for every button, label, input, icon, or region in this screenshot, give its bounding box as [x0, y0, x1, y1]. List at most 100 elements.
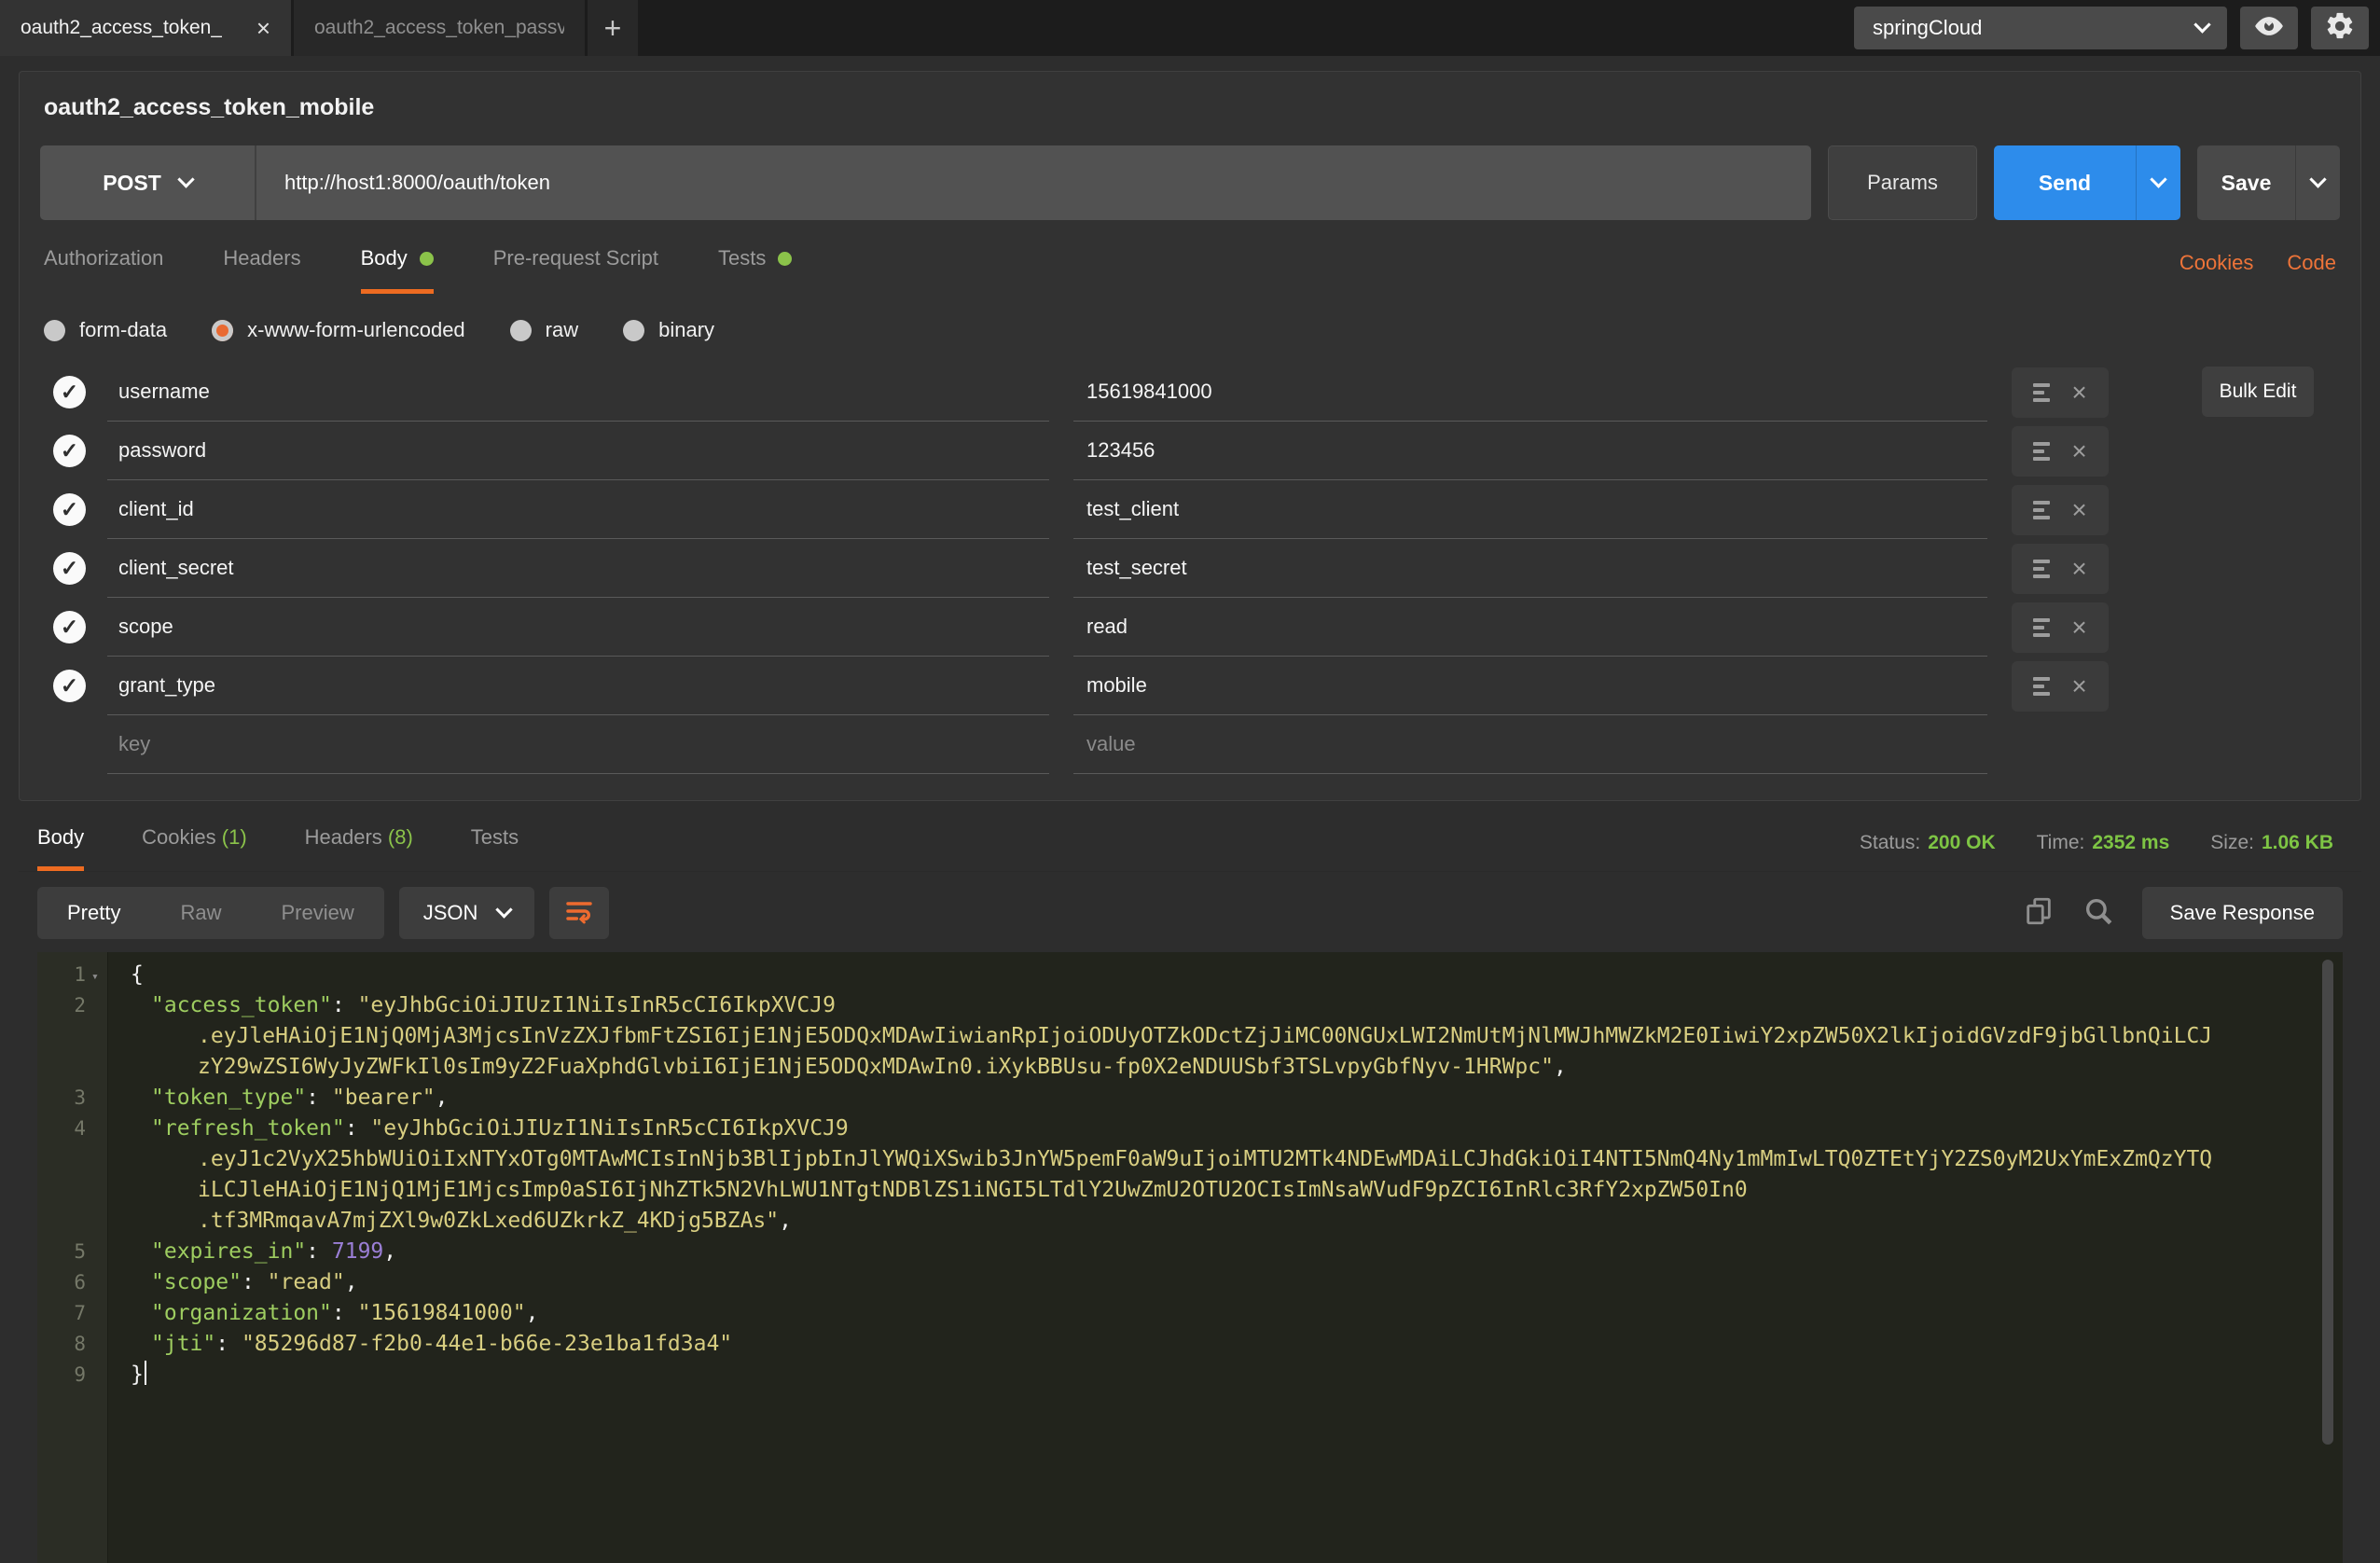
response-tab-cookies[interactable]: Cookies (1) — [142, 825, 246, 871]
settings-button[interactable] — [2311, 7, 2369, 49]
response-tab-body[interactable]: Body — [37, 825, 84, 871]
response-tab-tests[interactable]: Tests — [471, 825, 519, 871]
row-menu-icon[interactable] — [2033, 673, 2050, 699]
wrap-lines-button[interactable] — [549, 887, 609, 939]
body-mode-form-data[interactable]: form-data — [44, 318, 167, 342]
code-token: "scope" — [151, 1270, 242, 1294]
save-button[interactable]: Save — [2197, 145, 2295, 220]
code-token: "15619841000" — [358, 1301, 526, 1325]
tab-headers[interactable]: Headers — [223, 246, 300, 294]
param-value-input[interactable]: read — [1073, 598, 1987, 657]
body-mode-label: binary — [658, 318, 714, 342]
code-line: 3"token_type": "bearer", — [37, 1083, 2343, 1113]
body-mode-options: form-data x-www-form-urlencoded raw binary — [20, 294, 2360, 348]
param-key-input[interactable]: scope — [107, 598, 1049, 657]
code-token: : — [306, 1086, 332, 1110]
send-button[interactable]: Send — [1994, 145, 2136, 220]
code-token: { — [131, 962, 144, 987]
param-value-input[interactable]: mobile — [1073, 657, 1987, 715]
row-delete-icon[interactable]: × — [2071, 380, 2086, 406]
line-number: 9 — [37, 1360, 86, 1390]
new-tab-button[interactable]: + — [588, 0, 638, 56]
row-enabled-checkbox[interactable]: ✓ — [53, 670, 86, 702]
param-value-input[interactable]: 15619841000 — [1073, 363, 1987, 422]
cookies-link[interactable]: Cookies — [2179, 251, 2253, 275]
code-line: 7"organization": "15619841000", — [37, 1298, 2343, 1329]
row-delete-icon[interactable]: × — [2071, 497, 2086, 523]
row-menu-icon[interactable] — [2033, 556, 2050, 582]
close-icon[interactable]: × — [243, 16, 270, 40]
code-token: "read" — [268, 1270, 345, 1294]
row-enabled-checkbox[interactable]: ✓ — [53, 376, 86, 408]
code-line: .eyJ1c2VyX25hbWUiOiIxNTYxOTg0MTAwMCIsInN… — [37, 1144, 2343, 1175]
row-enabled-checkbox[interactable]: ✓ — [53, 552, 86, 585]
tab-pre-request-script[interactable]: Pre-request Script — [493, 246, 658, 294]
code-token: .tf3MRmqavA7mjZXl9w0ZkLxed6UZkrkZ_4KDjg5… — [198, 1209, 779, 1233]
format-selector[interactable]: JSON — [399, 887, 535, 939]
request-tabs-items: Authorization Headers Body Pre-request Scri… — [44, 246, 792, 294]
code-link[interactable]: Code — [2287, 251, 2336, 275]
workspace-tab-oauth2-access-token-passv[interactable]: oauth2_access_token_passv — [294, 0, 585, 56]
body-mode-raw[interactable]: raw — [510, 318, 578, 342]
bulk-edit-button[interactable]: Bulk Edit — [2202, 367, 2314, 417]
param-key-input[interactable]: client_id — [107, 480, 1049, 539]
environment-quick-look-button[interactable] — [2240, 7, 2298, 49]
view-mode-pretty[interactable]: Pretty — [37, 887, 150, 939]
view-mode-preview[interactable]: Preview — [251, 887, 383, 939]
row-delete-icon[interactable]: × — [2071, 673, 2086, 699]
text-cursor — [145, 1361, 146, 1385]
row-menu-icon[interactable] — [2033, 615, 2050, 641]
workspace-tab-bar: oauth2_access_token_×oauth2_access_token… — [0, 0, 2380, 56]
save-options-button[interactable] — [2295, 145, 2340, 220]
column-gap — [1049, 480, 1073, 539]
radio-icon[interactable] — [623, 320, 644, 341]
url-field: POST http://host1:8000/oauth/token — [40, 145, 1811, 220]
param-key-input[interactable]: client_secret — [107, 539, 1049, 598]
workspace-tab-oauth2-access-token[interactable]: oauth2_access_token_× — [0, 0, 291, 56]
row-enabled-checkbox[interactable]: ✓ — [53, 493, 86, 526]
row-delete-icon[interactable]: × — [2071, 438, 2086, 464]
body-mode-label: raw — [546, 318, 578, 342]
row-delete-icon[interactable]: × — [2071, 556, 2086, 582]
param-key-input[interactable]: grant_type — [107, 657, 1049, 715]
save-response-button[interactable]: Save Response — [2142, 887, 2343, 939]
fold-arrow-icon[interactable]: ▾ — [91, 961, 99, 992]
format-label: JSON — [423, 901, 478, 925]
code-token: : — [242, 1270, 268, 1294]
body-mode-binary[interactable]: binary — [623, 318, 714, 342]
param-key-input[interactable]: username — [107, 363, 1049, 422]
method-selector[interactable]: POST — [40, 145, 256, 220]
send-options-button[interactable] — [2136, 145, 2180, 220]
row-enabled-checkbox[interactable]: ✓ — [53, 611, 86, 643]
param-key-input[interactable]: password — [107, 422, 1049, 480]
radio-icon[interactable] — [212, 320, 233, 341]
row-checkbox-cell: ✓ — [53, 480, 107, 539]
url-input[interactable]: http://host1:8000/oauth/token — [256, 171, 550, 195]
param-value-input[interactable]: 123456 — [1073, 422, 1987, 480]
param-value-text: mobile — [1086, 673, 1147, 698]
params-button[interactable]: Params — [1828, 145, 1977, 220]
row-menu-icon[interactable] — [2033, 380, 2050, 406]
body-mode-x-www-form-urlencoded[interactable]: x-www-form-urlencoded — [212, 318, 465, 342]
response-tab-headers[interactable]: Headers (8) — [305, 825, 413, 871]
param-value-input[interactable]: test_secret — [1073, 539, 1987, 598]
copy-button[interactable] — [2023, 895, 2055, 932]
row-menu-icon[interactable] — [2033, 497, 2050, 523]
row-menu-icon[interactable] — [2033, 438, 2050, 464]
tab-tests[interactable]: Tests — [718, 246, 792, 294]
environment-selector[interactable]: springCloud — [1854, 7, 2227, 49]
search-icon[interactable] — [2082, 895, 2114, 932]
view-mode-raw[interactable]: Raw — [150, 887, 251, 939]
param-value-input[interactable]: test_client — [1073, 480, 1987, 539]
table-row: ✓ client_secret test_secret × — [53, 539, 2360, 598]
param-key-input[interactable]: key — [107, 715, 1049, 774]
row-delete-icon[interactable]: × — [2071, 615, 2086, 641]
scrollbar[interactable] — [2322, 960, 2333, 1445]
radio-icon[interactable] — [510, 320, 532, 341]
radio-icon[interactable] — [44, 320, 65, 341]
param-value-text: 123456 — [1086, 438, 1155, 463]
row-enabled-checkbox[interactable]: ✓ — [53, 435, 86, 467]
tab-body[interactable]: Body — [361, 246, 434, 294]
tab-authorization[interactable]: Authorization — [44, 246, 163, 294]
param-value-input[interactable]: value — [1073, 715, 1987, 774]
